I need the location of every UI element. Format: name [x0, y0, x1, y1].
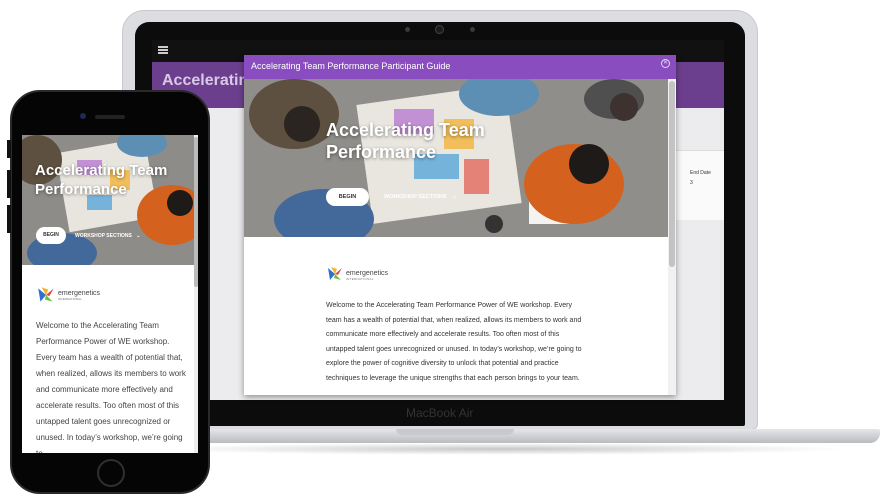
phone-side-button	[7, 140, 11, 158]
phone-camera	[80, 113, 86, 119]
phone-workshop-sections-label: WORKSHOP SECTIONS	[75, 233, 132, 239]
modal-title: Accelerating Team Performance Participan…	[251, 61, 451, 71]
menu-icon[interactable]	[158, 46, 168, 54]
phone-scrollbar-thumb[interactable]	[194, 137, 198, 287]
workshop-sections-link[interactable]: WORKSHOP SECTIONS ⌄	[384, 194, 457, 200]
end-date-label: End Date	[690, 170, 711, 176]
phone-hero-photo	[22, 135, 198, 265]
chevron-down-icon: ⌄	[452, 194, 457, 200]
phone-hero-title-line2: Performance	[35, 181, 127, 198]
phone-emergenetics-logo: emergenetics INTERNATIONAL	[36, 285, 116, 305]
phone-logo-wordmark: emergenetics	[58, 290, 101, 297]
phone-home-button[interactable]	[97, 459, 125, 487]
phone-side-button	[7, 205, 11, 233]
emergenetics-logo-mark	[38, 287, 54, 302]
logo-wordmark: emergenetics	[346, 270, 389, 277]
close-icon[interactable]: ✕	[661, 59, 670, 68]
phone-welcome-text: Welcome to the Accelerating Team Perform…	[36, 321, 186, 453]
phone-speaker	[95, 115, 125, 119]
phone-side-button	[7, 170, 11, 198]
laptop-shadow	[150, 443, 850, 455]
phone-logo-subtitle: INTERNATIONAL	[58, 297, 82, 301]
modal-hero-title-line1: Accelerating Team	[326, 120, 485, 140]
workshop-sections-label: WORKSHOP SECTIONS	[384, 194, 447, 200]
end-date-value: 3	[690, 180, 693, 186]
modal-scrollbar-thumb[interactable]	[669, 81, 675, 267]
modal-header: Accelerating Team Performance Participan…	[244, 55, 676, 79]
begin-button[interactable]: BEGIN	[326, 188, 369, 206]
modal-scrollbar[interactable]	[668, 79, 676, 395]
phone-scrollbar[interactable]	[194, 135, 198, 453]
emergenetics-logo: emergenetics INTERNATIONAL	[326, 265, 396, 285]
phone-begin-button[interactable]: BEGIN	[36, 227, 66, 244]
phone-screen: Accelerating Team Performance BEGIN WORK…	[22, 135, 198, 453]
logo-subtitle: INTERNATIONAL	[346, 277, 374, 281]
participant-guide-modal: Accelerating Team Performance Participan…	[244, 55, 676, 395]
sensor-dot	[470, 27, 475, 32]
modal-hero-title-line2: Performance	[326, 142, 437, 162]
laptop-camera	[435, 25, 444, 34]
phone-hero-title-line1: Accelerating Team	[35, 162, 168, 179]
app-table-panel	[672, 150, 724, 220]
phone-hero: Accelerating Team Performance BEGIN WORK…	[22, 135, 198, 265]
chevron-down-icon: ⌄	[136, 233, 141, 239]
device-mockup-scene: Accelerating Te End Date 3 Accelerating …	[0, 0, 887, 496]
welcome-text: Welcome to the Accelerating Team Perform…	[326, 302, 582, 382]
emergenetics-logo-mark	[328, 267, 342, 280]
laptop-brand-label: MacBook Air	[406, 406, 474, 420]
modal-hero-title: Accelerating Team Performance	[326, 119, 485, 163]
laptop-notch	[396, 429, 514, 435]
sensor-dot	[405, 27, 410, 32]
modal-hero: Accelerating Team Performance BEGIN WORK…	[244, 79, 668, 237]
phone-workshop-sections-link[interactable]: WORKSHOP SECTIONS ⌄	[75, 233, 140, 239]
phone-hero-title: Accelerating Team Performance	[35, 161, 167, 199]
